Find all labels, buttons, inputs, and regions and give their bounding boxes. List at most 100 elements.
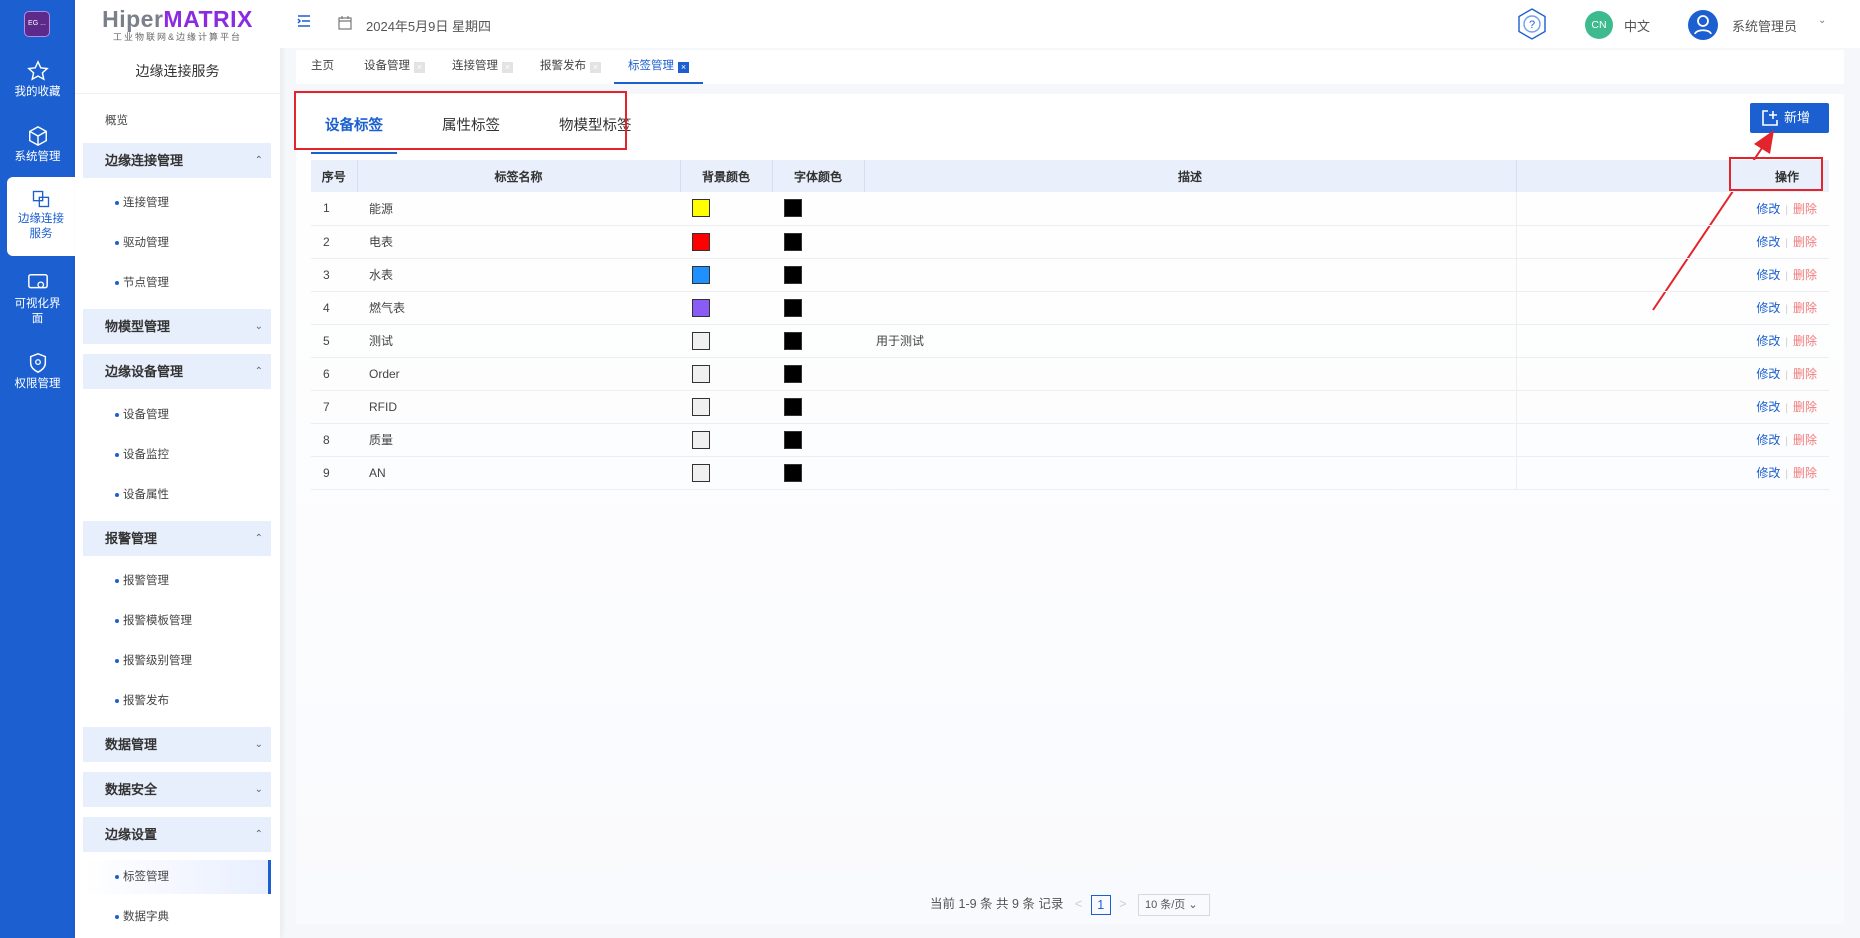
close-icon[interactable]: × — [590, 62, 601, 73]
delete-link[interactable]: 删除 — [1793, 367, 1817, 381]
delete-link[interactable]: 删除 — [1793, 466, 1817, 480]
delete-link[interactable]: 删除 — [1793, 334, 1817, 348]
bg-color-swatch — [692, 298, 710, 317]
cell-description — [864, 291, 1516, 325]
sidebar-item-device-attr[interactable]: 设备属性 — [83, 478, 271, 512]
svg-text:?: ? — [1529, 19, 1535, 31]
monitor-eye-icon — [27, 274, 48, 289]
delete-link[interactable]: 删除 — [1793, 433, 1817, 447]
edit-link[interactable]: 修改 — [1756, 334, 1780, 348]
annotation-box-tabs — [294, 91, 627, 150]
sidebar-item-connection-mgmt[interactable]: 连接管理 — [83, 186, 271, 220]
tab-alarm-publish[interactable]: 报警发布 × — [540, 50, 601, 84]
rail-item-visual[interactable]: 可视化界面 — [0, 272, 75, 327]
next-page-button[interactable]: > — [1119, 897, 1126, 911]
cell-actions: 修改 | 删除 — [1515, 192, 1829, 226]
sidebar-group-data-security[interactable]: 数据安全 ⌄ — [83, 772, 271, 807]
chevron-down-icon: ⌄ — [254, 784, 263, 795]
delete-link[interactable]: 删除 — [1793, 400, 1817, 414]
sidebar-group-alarm[interactable]: 报警管理 ⌃ — [83, 521, 271, 556]
page-size-select[interactable]: 10 条/页 ⌄ — [1137, 893, 1210, 916]
close-icon[interactable]: × — [414, 62, 425, 73]
close-icon[interactable]: × — [678, 62, 689, 73]
sidebar-item-overview[interactable]: 概览 — [105, 112, 128, 128]
sidebar-item-data-dict[interactable]: 数据字典 — [83, 900, 271, 934]
cell-name: 电表 — [357, 225, 680, 259]
edit-link[interactable]: 修改 — [1756, 301, 1780, 315]
close-icon[interactable]: × — [502, 62, 513, 73]
group-label: 边缘设置 — [105, 827, 158, 842]
table-row: 7 RFID 修改 | 删除 — [311, 390, 1829, 424]
brand-prefix: Hiper — [102, 6, 164, 32]
add-button-label: 新增 — [1784, 110, 1811, 125]
language-label[interactable]: 中文 — [1624, 16, 1650, 35]
page-number[interactable]: 1 — [1090, 894, 1111, 915]
table-row: 1 能源 修改 | 删除 — [311, 192, 1829, 226]
sidebar-item-tag-mgmt[interactable]: 标签管理 — [83, 860, 271, 894]
menu-collapse-icon[interactable] — [297, 14, 311, 28]
tab-home[interactable]: 主页 — [311, 50, 334, 84]
avatar[interactable] — [1688, 10, 1718, 40]
sidebar-group-edge-settings[interactable]: 边缘设置 ⌃ — [83, 817, 271, 852]
cell-no: 5 — [311, 324, 357, 358]
delete-link[interactable]: 删除 — [1793, 235, 1817, 249]
cell-name: RFID — [357, 390, 680, 424]
rail-item-system[interactable]: 系统管理 — [0, 125, 75, 165]
sidebar-item-alarm-level[interactable]: 报警级别管理 — [83, 644, 271, 678]
prev-page-button[interactable]: < — [1075, 897, 1082, 911]
rail-item-permission[interactable]: 权限管理 — [0, 352, 75, 392]
action-separator: | — [1785, 436, 1788, 447]
sidebar-item-alarm-publish[interactable]: 报警发布 — [83, 684, 271, 718]
sidebar-item-alarm-template[interactable]: 报警模板管理 — [83, 604, 271, 638]
edit-link[interactable]: 修改 — [1756, 400, 1780, 414]
tab-connection-mgmt[interactable]: 连接管理 × — [452, 50, 513, 84]
icon-rail: EG ... 我的收藏 系统管理 边缘连接服务 可视化界面 权限管理 — [0, 0, 75, 938]
sidebar-item-device-monitor[interactable]: 设备监控 — [83, 438, 271, 472]
chevron-down-icon: ⌄ — [254, 321, 263, 332]
sidebar-item-node-mgmt[interactable]: 节点管理 — [83, 266, 271, 300]
sidebar-item-driver-mgmt[interactable]: 驱动管理 — [83, 226, 271, 260]
edit-link[interactable]: 修改 — [1756, 367, 1780, 381]
connect-icon — [32, 190, 50, 208]
user-name[interactable]: 系统管理员 — [1732, 16, 1797, 35]
sidebar-group-thing-model[interactable]: 物模型管理 ⌄ — [83, 309, 271, 344]
delete-link[interactable]: 删除 — [1793, 301, 1817, 315]
cell-font-color — [772, 456, 864, 490]
edit-link[interactable]: 修改 — [1756, 268, 1780, 282]
rail-item-edge-connect[interactable]: 边缘连接服务 — [7, 177, 75, 256]
sidebar-item-alarm-mgmt[interactable]: 报警管理 — [83, 564, 271, 598]
font-color-swatch — [784, 397, 802, 416]
tab-device-mgmt[interactable]: 设备管理 × — [364, 50, 425, 84]
action-separator: | — [1785, 238, 1788, 249]
sidebar-group-edge-device[interactable]: 边缘设备管理 ⌃ — [83, 354, 271, 389]
cell-description — [864, 192, 1516, 226]
edit-link[interactable]: 修改 — [1756, 202, 1780, 216]
rail-label-permission: 权限管理 — [14, 378, 61, 390]
cell-font-color — [772, 390, 864, 424]
rail-item-favorites[interactable]: 我的收藏 — [0, 60, 75, 100]
tab-label: 主页 — [311, 60, 334, 72]
bg-color-swatch — [692, 463, 710, 482]
font-color-swatch — [784, 364, 802, 383]
tab-label: 报警发布 — [540, 60, 586, 72]
sidebar-group-edge-connect[interactable]: 边缘连接管理 ⌃ — [83, 143, 271, 178]
edit-link[interactable]: 修改 — [1756, 433, 1780, 447]
sidebar-group-data-mgmt[interactable]: 数据管理 ⌄ — [83, 727, 271, 762]
bg-color-swatch — [692, 232, 710, 251]
edit-link[interactable]: 修改 — [1756, 235, 1780, 249]
action-separator: | — [1785, 304, 1788, 315]
sidebar-title: 边缘连接服务 — [75, 48, 280, 94]
cell-actions: 修改 | 删除 — [1515, 225, 1829, 259]
delete-link[interactable]: 删除 — [1793, 202, 1817, 216]
edit-link[interactable]: 修改 — [1756, 466, 1780, 480]
language-badge[interactable]: CN — [1585, 11, 1613, 39]
cell-no: 3 — [311, 258, 357, 292]
delete-link[interactable]: 删除 — [1793, 268, 1817, 282]
cell-font-color — [772, 357, 864, 391]
cell-actions: 修改 | 删除 — [1515, 390, 1829, 424]
tab-tag-mgmt[interactable]: 标签管理 × — [614, 50, 703, 84]
chevron-down-icon[interactable]: ⌄ — [1818, 15, 1826, 26]
sidebar-item-device-mgmt[interactable]: 设备管理 — [83, 398, 271, 432]
help-icon[interactable]: ? — [1515, 7, 1549, 41]
cell-name: 水表 — [357, 258, 680, 292]
